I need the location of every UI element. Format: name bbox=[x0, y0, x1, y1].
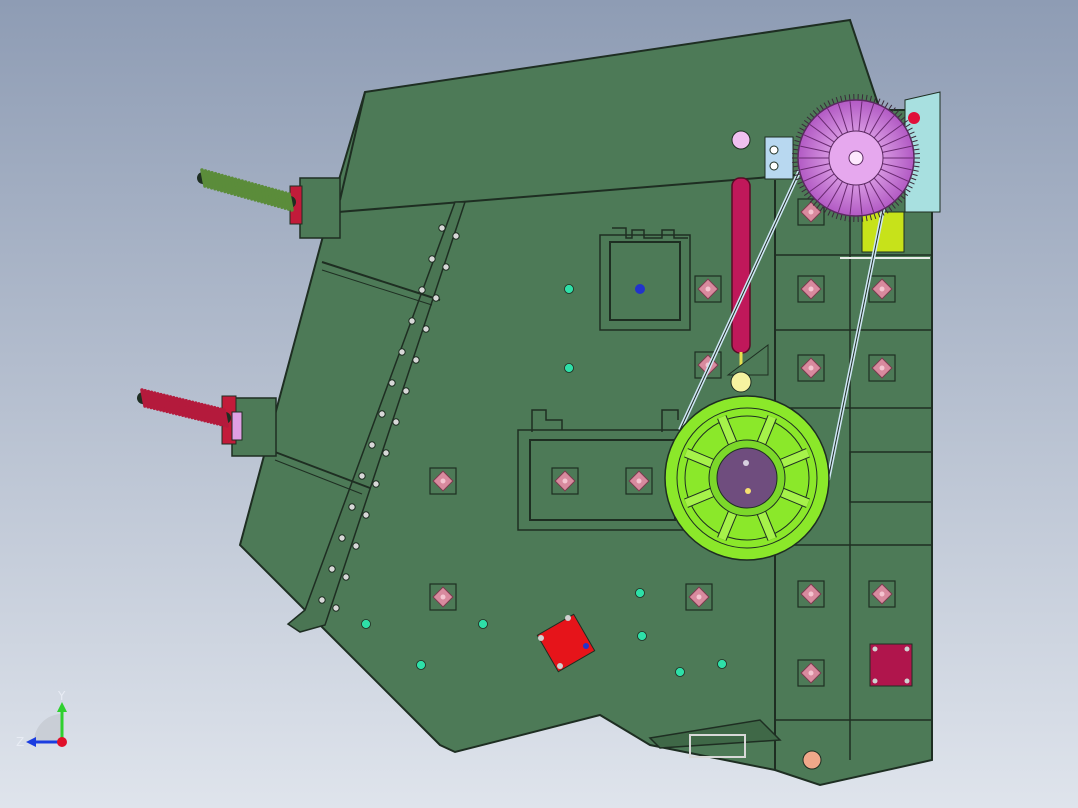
liner-bolt bbox=[438, 224, 446, 232]
bolt-center bbox=[440, 478, 446, 484]
liner-bolt bbox=[318, 596, 326, 604]
terminal-lug-2 bbox=[769, 161, 779, 171]
flywheel[interactable] bbox=[664, 395, 830, 561]
cad-viewport[interactable]: Y Z bbox=[0, 0, 1078, 808]
liner-bolt bbox=[452, 232, 460, 240]
rivet bbox=[361, 619, 371, 629]
rivet bbox=[675, 667, 685, 677]
rivet bbox=[564, 363, 574, 373]
rivet bbox=[637, 631, 647, 641]
liner-bolt bbox=[378, 410, 386, 418]
liner-bolt bbox=[352, 542, 360, 550]
plate-bolt bbox=[904, 646, 910, 652]
liner-bolt bbox=[432, 294, 440, 302]
cylinder-pin[interactable] bbox=[730, 371, 752, 393]
liner-bolt bbox=[392, 418, 400, 426]
cylinder-barrel[interactable] bbox=[731, 177, 751, 354]
plate-bolt bbox=[904, 678, 910, 684]
bolt-center bbox=[705, 286, 711, 292]
liner-bolt bbox=[418, 286, 426, 294]
liner-bolt bbox=[398, 348, 406, 356]
flywheel-hub[interactable] bbox=[716, 447, 778, 509]
cylinder-top-cap bbox=[731, 130, 751, 150]
liner-bolt bbox=[422, 325, 430, 333]
bolt-center bbox=[808, 365, 814, 371]
liner-bolt bbox=[338, 534, 346, 542]
liner-bolt bbox=[368, 441, 376, 449]
liner-bolt bbox=[328, 565, 336, 573]
bolt-center bbox=[879, 286, 885, 292]
triad-origin bbox=[57, 737, 67, 747]
liner-bolt bbox=[348, 503, 356, 511]
bolt-center bbox=[808, 670, 814, 676]
liner-bolt bbox=[388, 379, 396, 387]
motor-indicator bbox=[908, 112, 920, 124]
liner-bolt bbox=[442, 263, 450, 271]
rivet bbox=[635, 588, 645, 598]
bolt-center bbox=[440, 594, 446, 600]
liner-bolt bbox=[332, 604, 340, 612]
y-axis-label: Y bbox=[57, 689, 66, 703]
rivet bbox=[416, 660, 426, 670]
rivet bbox=[478, 619, 488, 629]
hub-bolt-2 bbox=[745, 488, 751, 494]
bolt-center bbox=[879, 365, 885, 371]
liner-bolt bbox=[412, 356, 420, 364]
bolt-center bbox=[808, 286, 814, 292]
plate-bolt bbox=[872, 646, 878, 652]
bolt-center bbox=[808, 209, 814, 215]
plate-bolt bbox=[583, 643, 589, 649]
liner-bolt bbox=[402, 387, 410, 395]
rivet bbox=[717, 659, 727, 669]
motor-terminal-box[interactable] bbox=[764, 136, 794, 180]
rivet bbox=[564, 284, 574, 294]
z-axis-label: Z bbox=[16, 735, 24, 749]
liner-bolt bbox=[382, 449, 390, 457]
inspection-marker bbox=[635, 284, 645, 294]
bolt-center bbox=[562, 478, 568, 484]
plate-bolt bbox=[565, 615, 571, 621]
liner-bolt bbox=[428, 255, 436, 263]
crusher-model-canvas[interactable]: Y Z bbox=[0, 0, 1078, 808]
liner-bolt bbox=[362, 511, 370, 519]
upper-rod-housing bbox=[299, 177, 341, 239]
bolt-center bbox=[696, 594, 702, 600]
magenta-plate[interactable] bbox=[869, 643, 913, 687]
terminal-lug-1 bbox=[769, 145, 779, 155]
liner-bolt bbox=[372, 480, 380, 488]
pivot-pin[interactable] bbox=[802, 750, 822, 770]
plate-bolt bbox=[557, 663, 563, 669]
lower-rod-washer bbox=[231, 411, 243, 441]
motor-shaft[interactable] bbox=[848, 150, 864, 166]
plate-bolt bbox=[872, 678, 878, 684]
bolt-center bbox=[808, 591, 814, 597]
bolt-center bbox=[879, 591, 885, 597]
liner-bolt bbox=[408, 317, 416, 325]
liner-bolt bbox=[358, 472, 366, 480]
plate-bolt bbox=[538, 635, 544, 641]
liner-bolt bbox=[342, 573, 350, 581]
hub-bolt-1 bbox=[743, 460, 749, 466]
bolt-center bbox=[636, 478, 642, 484]
